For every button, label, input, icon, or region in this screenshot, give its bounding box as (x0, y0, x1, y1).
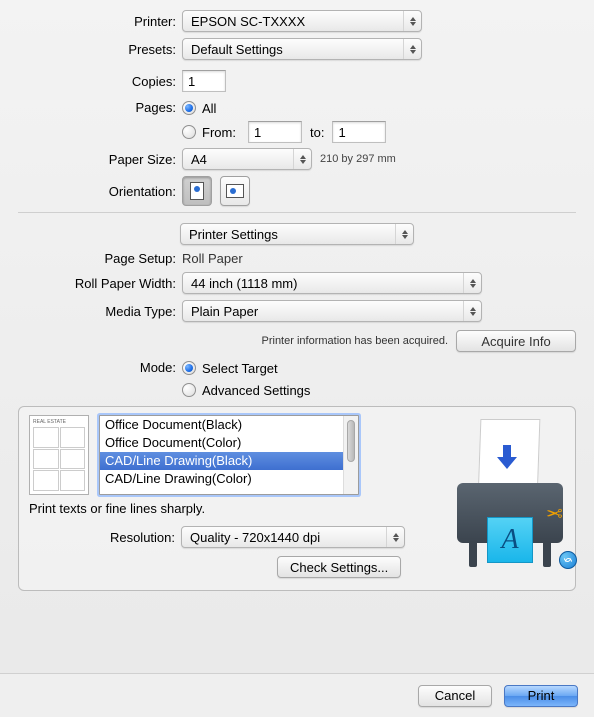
resolution-label: Resolution: (29, 530, 181, 545)
check-settings-button[interactable]: Check Settings... (277, 556, 401, 578)
resolution-select-value: Quality - 720x1440 dpi (190, 530, 320, 545)
print-dialog: Printer: EPSON SC-TXXXX Presets: Default… (0, 0, 594, 400)
papersize-dim: 210 by 297 mm (320, 153, 396, 165)
mediatype-select[interactable]: Plain Paper (182, 300, 482, 322)
pages-from-label: From: (202, 125, 246, 140)
portrait-icon (190, 182, 204, 200)
chevrons-icon (293, 149, 311, 169)
presets-select-value: Default Settings (191, 42, 283, 57)
scrollbar[interactable] (343, 416, 358, 494)
target-panel: REAL ESTATE Office Document(Black) Offic… (18, 406, 576, 591)
printer-info-text: Printer information has been acquired. (262, 335, 449, 347)
chevrons-icon (403, 39, 421, 59)
resolution-select[interactable]: Quality - 720x1440 dpi (181, 526, 405, 548)
target-listbox[interactable]: Office Document(Black) Office Document(C… (99, 415, 359, 495)
mode-label: Mode: (18, 358, 182, 375)
copies-label: Copies: (18, 74, 182, 89)
landscape-icon (226, 184, 244, 198)
chevrons-icon (403, 11, 421, 31)
pages-all-label: All (202, 101, 216, 116)
papersize-select-value: A4 (191, 152, 207, 167)
copies-input[interactable] (182, 70, 226, 92)
pages-to-label: to: (310, 125, 324, 140)
presets-select[interactable]: Default Settings (182, 38, 422, 60)
mediatype-select-value: Plain Paper (191, 304, 258, 319)
mediatype-label: Media Type: (18, 304, 182, 319)
chevrons-icon (463, 273, 481, 293)
cancel-button[interactable]: Cancel (418, 685, 492, 707)
papersize-label: Paper Size: (18, 152, 182, 167)
chevrons-icon (463, 301, 481, 321)
rollwidth-select[interactable]: 44 inch (1118 mm) (182, 272, 482, 294)
list-item-selected[interactable]: CAD/Line Drawing(Black) (100, 452, 358, 470)
print-button[interactable]: Print (504, 685, 578, 707)
pages-label: Pages: (18, 98, 182, 115)
dialog-footer: Cancel Print (0, 673, 594, 717)
mode-advanced-label: Advanced Settings (202, 383, 310, 398)
divider (18, 212, 576, 213)
printer-select[interactable]: EPSON SC-TXXXX (182, 10, 422, 32)
section-select-value: Printer Settings (189, 227, 278, 242)
chevrons-icon (395, 224, 413, 244)
list-item[interactable]: Office Document(Black) (100, 416, 358, 434)
papersize-select[interactable]: A4 (182, 148, 312, 170)
list-item[interactable]: CAD/Line Drawing(Color) (100, 470, 358, 488)
mode-advanced-radio[interactable] (182, 383, 196, 397)
chevrons-icon (386, 527, 404, 547)
mode-select-target-label: Select Target (202, 361, 278, 376)
orientation-portrait-button[interactable] (182, 176, 212, 206)
section-select[interactable]: Printer Settings (180, 223, 414, 245)
mode-select-target-radio[interactable] (182, 361, 196, 375)
pagesetup-value: Roll Paper (182, 251, 243, 266)
pages-range-radio[interactable] (182, 125, 196, 139)
acquire-info-button[interactable]: Acquire Info (456, 330, 576, 352)
list-item[interactable]: Office Document(Color) (100, 434, 358, 452)
orientation-label: Orientation: (18, 184, 182, 199)
printer-select-value: EPSON SC-TXXXX (191, 14, 305, 29)
pages-all-radio[interactable] (182, 101, 196, 115)
scissors-icon: ✂ (546, 500, 563, 525)
rollwidth-label: Roll Paper Width: (18, 276, 182, 291)
pages-from-input[interactable] (248, 121, 302, 143)
mode-group: Select Target Advanced Settings (182, 358, 310, 400)
printer-label: Printer: (18, 14, 182, 29)
presets-label: Presets: (18, 42, 182, 57)
rollwidth-select-value: 44 inch (1118 mm) (191, 276, 297, 291)
pages-to-input[interactable] (332, 121, 386, 143)
pagesetup-label: Page Setup: (18, 251, 182, 266)
pages-group: All From: to: (182, 98, 386, 142)
preview-thumbnail: REAL ESTATE (29, 415, 89, 495)
sync-icon (559, 551, 577, 569)
orientation-landscape-button[interactable] (220, 176, 250, 206)
printer-illustration: ✂ A (445, 407, 575, 567)
